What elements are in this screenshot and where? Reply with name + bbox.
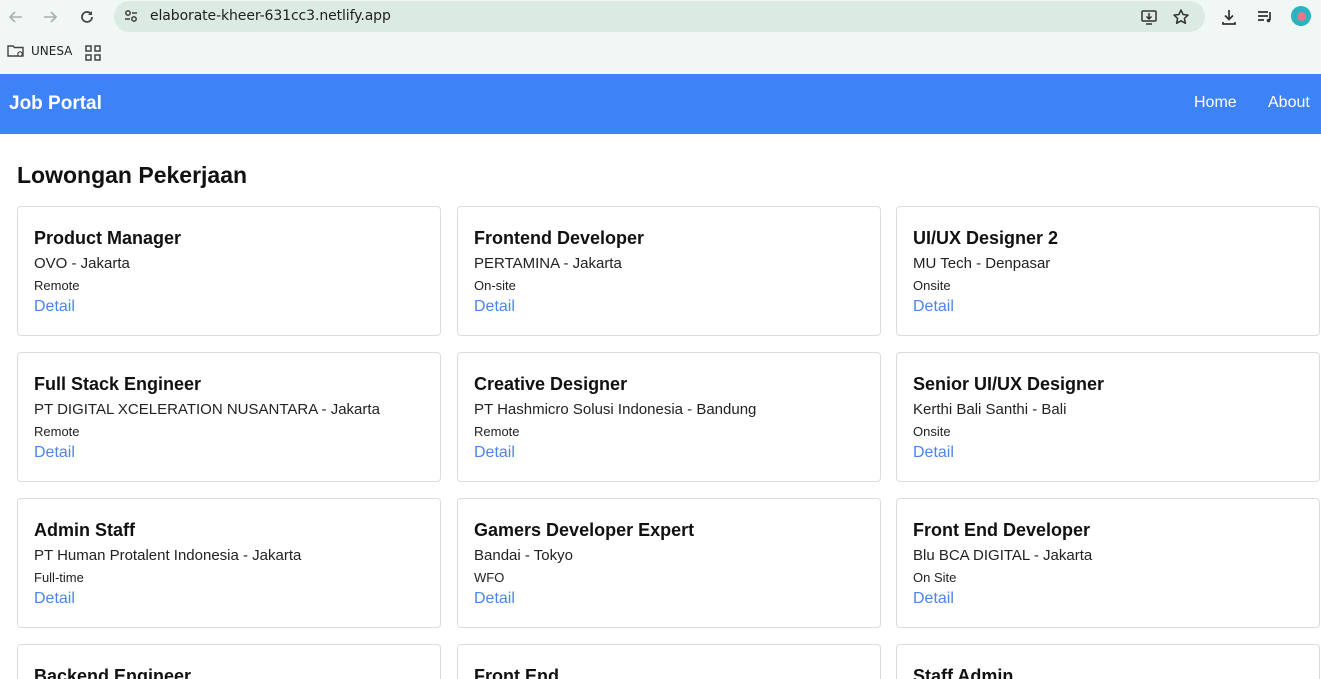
- job-company-location: Bandai - Tokyo: [474, 547, 573, 564]
- job-company-location: Blu BCA DIGITAL - Jakarta: [913, 547, 1093, 564]
- page-title: Lowongan Pekerjaan: [17, 162, 248, 188]
- job-company-location: MU Tech - Denpasar: [913, 255, 1051, 272]
- bookmark-star-icon[interactable]: [1171, 7, 1191, 27]
- job-card: Creative Designer PT Hashmicro Solusi In…: [457, 352, 881, 482]
- job-card: Front End: [457, 644, 881, 679]
- url-text[interactable]: elaborate-kheer-631cc3.netlify.app: [150, 8, 391, 24]
- job-detail-link[interactable]: Detail: [913, 298, 954, 316]
- brand-logo-text[interactable]: Job Portal: [9, 93, 102, 115]
- site-settings-icon[interactable]: [123, 8, 139, 24]
- address-bar[interactable]: elaborate-kheer-631cc3.netlify.app: [114, 1, 1205, 32]
- job-title: Staff Admin: [913, 666, 1014, 679]
- job-type: On Site: [913, 570, 957, 585]
- bookmark-folder-unesa[interactable]: UNESA: [7, 44, 72, 58]
- job-type: Remote: [34, 424, 80, 439]
- job-title: Frontend Developer: [474, 228, 645, 248]
- job-company-location: PT Hashmicro Solusi Indonesia - Bandung: [474, 401, 757, 418]
- nav-link-about[interactable]: About: [1268, 94, 1310, 112]
- job-detail-link[interactable]: Detail: [913, 590, 954, 608]
- job-company-location: OVO - Jakarta: [34, 255, 130, 272]
- job-company-location: PERTAMINA - Jakarta: [474, 255, 622, 272]
- job-title: Front End Developer: [913, 520, 1091, 540]
- job-title: Backend Engineer: [34, 666, 192, 679]
- install-app-icon[interactable]: [1139, 7, 1159, 27]
- bookmarks-bar: UNESA: [0, 40, 1321, 66]
- job-title: Admin Staff: [34, 520, 135, 540]
- job-card: Backend Engineer: [17, 644, 441, 679]
- job-card: Staff Admin: [896, 644, 1320, 679]
- back-icon[interactable]: [3, 4, 29, 30]
- job-company-location: PT DIGITAL XCELERATION NUSANTARA - Jakar…: [34, 401, 380, 418]
- job-card: UI/UX Designer 2 MU Tech - Denpasar Onsi…: [896, 206, 1320, 336]
- media-controls-icon[interactable]: [1254, 6, 1276, 28]
- apps-grid-icon[interactable]: [85, 45, 101, 61]
- browser-chrome: elaborate-kheer-631cc3.netlify.app UNESA: [0, 0, 1321, 74]
- nav-link-home[interactable]: Home: [1194, 94, 1237, 112]
- app-navbar: Job Portal Home About: [0, 74, 1321, 134]
- job-card: Admin Staff PT Human Protalent Indonesia…: [17, 498, 441, 628]
- job-detail-link[interactable]: Detail: [34, 590, 75, 608]
- job-detail-link[interactable]: Detail: [474, 298, 515, 316]
- job-company-location: PT Human Protalent Indonesia - Jakarta: [34, 547, 302, 564]
- job-company-location: Kerthi Bali Santhi - Bali: [913, 401, 1067, 418]
- job-type: WFO: [474, 570, 505, 585]
- managed-folder-icon: [7, 45, 24, 57]
- profile-avatar[interactable]: [1291, 6, 1311, 26]
- job-card: Frontend Developer PERTAMINA - Jakarta O…: [457, 206, 881, 336]
- job-type: Remote: [34, 278, 80, 293]
- job-type: Full-time: [34, 570, 84, 585]
- reload-icon[interactable]: [74, 4, 100, 30]
- job-title: Front End: [474, 666, 559, 679]
- job-title: Full Stack Engineer: [34, 374, 202, 394]
- job-detail-link[interactable]: Detail: [474, 590, 515, 608]
- job-card: Senior UI/UX Designer Kerthi Bali Santhi…: [896, 352, 1320, 482]
- job-detail-link[interactable]: Detail: [913, 444, 954, 462]
- job-detail-link[interactable]: Detail: [34, 444, 75, 462]
- job-title: Product Manager: [34, 228, 182, 248]
- job-detail-link[interactable]: Detail: [474, 444, 515, 462]
- job-type: On-site: [474, 278, 516, 293]
- job-title: UI/UX Designer 2: [913, 228, 1059, 248]
- job-card: Gamers Developer Expert Bandai - Tokyo W…: [457, 498, 881, 628]
- job-title: Creative Designer: [474, 374, 628, 394]
- job-type: Remote: [474, 424, 520, 439]
- job-type: Onsite: [913, 278, 951, 293]
- browser-toolbar: elaborate-kheer-631cc3.netlify.app: [0, 0, 1321, 34]
- forward-icon[interactable]: [37, 4, 63, 30]
- download-icon[interactable]: [1218, 6, 1240, 28]
- job-card: Full Stack Engineer PT DIGITAL XCELERATI…: [17, 352, 441, 482]
- job-card: Front End Developer Blu BCA DIGITAL - Ja…: [896, 498, 1320, 628]
- bookmark-label: UNESA: [31, 44, 73, 58]
- job-card: Product Manager OVO - Jakarta Remote Det…: [17, 206, 441, 336]
- job-detail-link[interactable]: Detail: [34, 298, 75, 316]
- avatar-image: [1296, 11, 1306, 21]
- job-title: Senior UI/UX Designer: [913, 374, 1105, 394]
- job-type: Onsite: [913, 424, 951, 439]
- job-title: Gamers Developer Expert: [474, 520, 695, 540]
